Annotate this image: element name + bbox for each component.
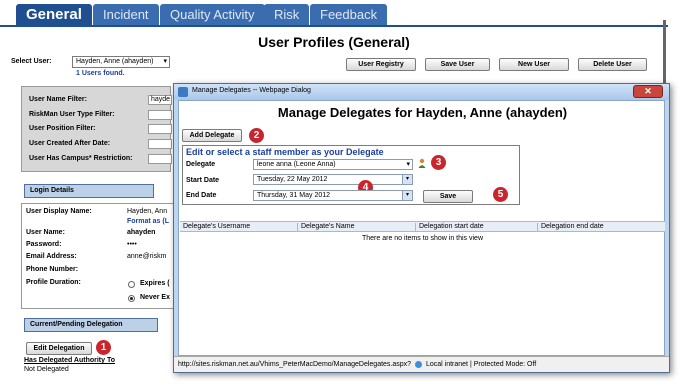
delegate-value: leone anna (Leone Anna) xyxy=(257,161,336,168)
dialog-heading: Manage Delegates for Hayden, Anne (ahayd… xyxy=(277,105,568,120)
column-name[interactable]: Delegate's Name xyxy=(298,223,416,232)
campus-restriction-input[interactable] xyxy=(148,154,172,164)
position-filter-label: User Position Filter: xyxy=(29,125,96,132)
delegates-grid-header: Delegate's Username Delegate's Name Dele… xyxy=(180,221,665,232)
end-date-input[interactable]: Thursday, 31 May 2012 ▾ xyxy=(253,190,413,201)
select-user-value: Hayden, Anne (ahayden) xyxy=(76,58,154,65)
never-expires-label: Never Ex xyxy=(140,294,170,301)
add-delegate-button[interactable]: Add Delegate xyxy=(182,129,242,142)
dialog-status-bar: http://sites.riskman.net.au/Vhims_PeterM… xyxy=(174,356,669,372)
username-label: User Name: xyxy=(26,229,65,236)
column-end-date[interactable]: Delegation end date xyxy=(538,223,665,232)
start-date-label: Start Date xyxy=(186,177,220,184)
save-user-button[interactable]: Save User xyxy=(425,58,490,71)
delegated-authority-value: Not Delegated xyxy=(24,366,69,373)
tab-feedback[interactable]: Feedback xyxy=(310,4,388,26)
dialog-window-title: Manage Delegates -- Webpage Dialog xyxy=(192,87,311,94)
name-filter-input[interactable]: hayde xyxy=(148,95,172,105)
end-date-label: End Date xyxy=(186,192,217,199)
never-expires-radio[interactable] xyxy=(128,295,135,302)
campus-restriction-label: User Has Campus* Restriction: xyxy=(29,155,133,162)
email-field[interactable]: anne@riskm xyxy=(127,253,166,260)
start-date-input[interactable]: Tuesday, 22 May 2012 ▾ xyxy=(253,174,413,185)
dialog-content: Manage Delegates for Hayden, Anne (ahayd… xyxy=(178,100,665,356)
user-lookup-icon[interactable] xyxy=(418,158,426,168)
delegate-edit-panel: Edit or select a staff member as your De… xyxy=(182,145,520,205)
dialog-titlebar[interactable]: Manage Delegates -- Webpage Dialog ✕ xyxy=(174,84,669,100)
chevron-down-icon: ▾ xyxy=(163,58,167,65)
tab-bar: General Incident Quality Activity Risk F… xyxy=(0,0,695,27)
tab-underline xyxy=(0,25,668,27)
end-date-value: Thursday, 31 May 2012 xyxy=(257,192,331,199)
callout-5: 5 xyxy=(493,187,508,202)
tab-risk[interactable]: Risk xyxy=(264,4,310,26)
tab-quality-activity[interactable]: Quality Activity xyxy=(160,4,265,26)
users-found-count: 1 Users found. xyxy=(76,70,125,77)
grid-empty-message: There are no items to show in this view xyxy=(362,235,483,242)
display-name-value[interactable]: Hayden, Ann xyxy=(127,208,167,215)
expires-radio[interactable] xyxy=(128,281,135,288)
save-delegate-button[interactable]: Save xyxy=(423,190,473,203)
delegated-authority-label: Has Delegated Authority To xyxy=(24,357,116,364)
created-after-input[interactable] xyxy=(148,139,172,149)
close-icon[interactable]: ✕ xyxy=(633,85,663,98)
select-user-label: Select User: xyxy=(11,58,52,65)
select-user-dropdown[interactable]: Hayden, Anne (ahayden) ▾ xyxy=(72,56,170,68)
created-after-label: User Created After Date: xyxy=(29,140,111,147)
delegate-dropdown[interactable]: leone anna (Leone Anna) ▾ xyxy=(253,159,413,170)
page-title: User Profiles (General) xyxy=(258,34,410,50)
format-hint: Format as (L xyxy=(127,218,170,225)
user-filter-panel: User Name Filter: hayde RiskMan User Typ… xyxy=(21,86,172,172)
column-username[interactable]: Delegate's Username xyxy=(180,223,298,232)
calendar-dropdown-icon[interactable]: ▾ xyxy=(402,191,412,200)
status-url: http://sites.riskman.net.au/Vhims_PeterM… xyxy=(178,361,412,368)
expires-option-label: Expires ( xyxy=(140,280,170,287)
edit-delegation-button[interactable]: Edit Delegation xyxy=(26,342,92,355)
new-user-button[interactable]: New User xyxy=(499,58,569,71)
delete-user-button[interactable]: Delete User xyxy=(578,58,647,71)
login-details-heading: Login Details xyxy=(24,184,154,198)
phone-label: Phone Number: xyxy=(26,266,79,273)
display-name-label: User Display Name: xyxy=(26,208,92,215)
login-details-panel: User Display Name: Hayden, Ann Format as… xyxy=(21,203,176,309)
type-filter-label: RiskMan User Type Filter: xyxy=(29,111,115,118)
column-start-date[interactable]: Delegation start date xyxy=(416,223,538,232)
callout-2: 2 xyxy=(249,128,264,143)
current-delegation-heading: Current/Pending Delegation xyxy=(24,318,158,332)
password-label: Password: xyxy=(26,241,62,248)
edit-panel-title: Edit or select a staff member as your De… xyxy=(186,147,384,157)
status-zone: Local intranet | Protected Mode: Off xyxy=(425,361,537,368)
username-value: ahayden xyxy=(127,229,156,236)
type-filter-input[interactable] xyxy=(148,110,172,120)
tab-incident[interactable]: Incident xyxy=(93,4,159,26)
ie-window-icon xyxy=(178,87,188,97)
profile-duration-label: Profile Duration: xyxy=(26,279,81,286)
delegate-label: Delegate xyxy=(186,161,216,168)
chevron-down-icon: ▾ xyxy=(406,161,410,168)
name-filter-label: User Name Filter: xyxy=(29,96,87,103)
callout-3: 3 xyxy=(431,155,446,170)
user-registry-button[interactable]: User Registry xyxy=(346,58,416,71)
manage-delegates-dialog: Manage Delegates -- Webpage Dialog ✕ Man… xyxy=(173,83,670,373)
calendar-dropdown-icon[interactable]: ▾ xyxy=(402,175,412,184)
callout-1: 1 xyxy=(96,340,111,355)
email-label: Email Address: xyxy=(26,253,77,260)
password-field[interactable]: •••• xyxy=(127,241,137,248)
globe-icon xyxy=(415,360,423,368)
tab-general[interactable]: General xyxy=(16,4,92,26)
position-filter-input[interactable] xyxy=(148,124,172,134)
start-date-value: Tuesday, 22 May 2012 xyxy=(257,176,328,183)
